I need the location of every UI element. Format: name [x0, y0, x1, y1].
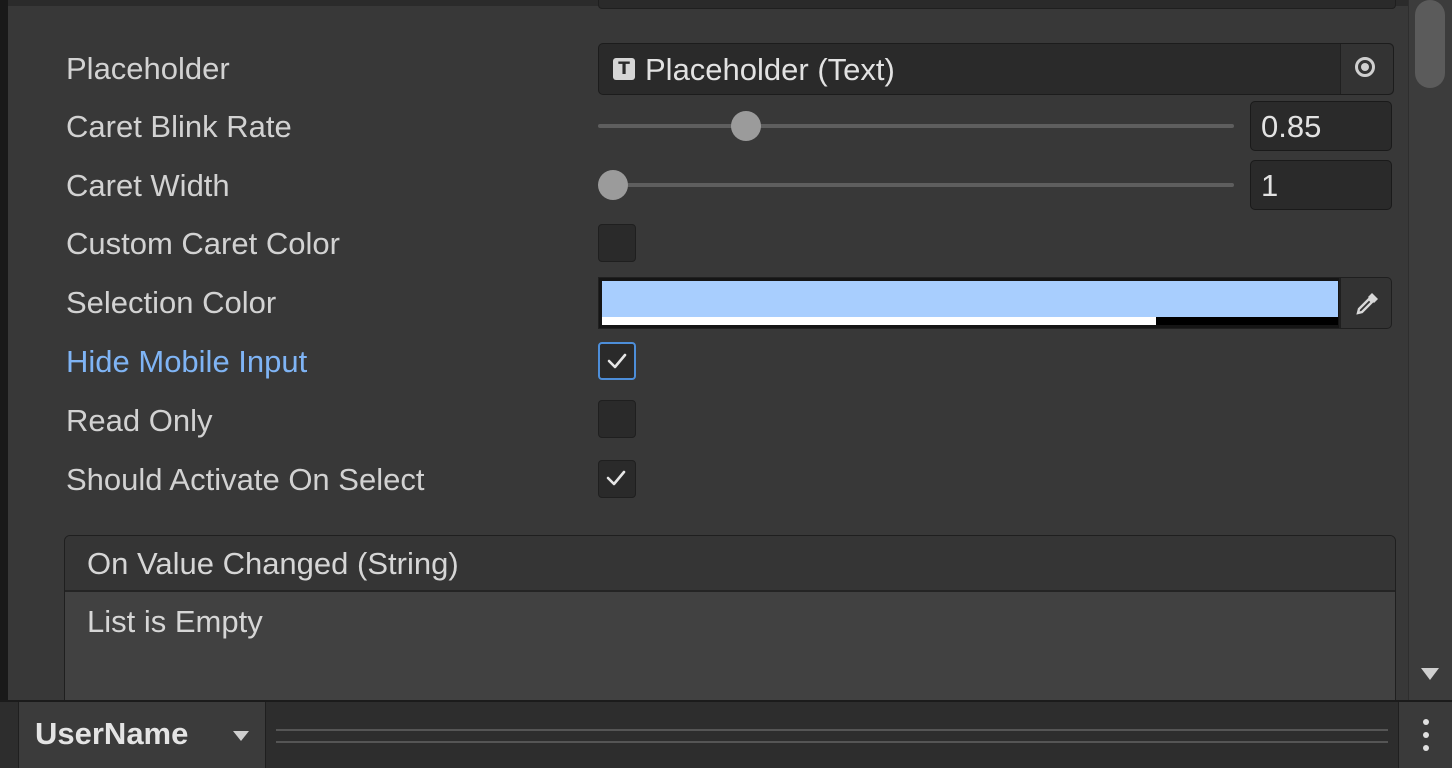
should-activate-on-select-label: Should Activate On Select	[66, 462, 425, 497]
more-options-button[interactable]	[1398, 702, 1452, 768]
caret-blink-rate-slider[interactable]	[598, 124, 1234, 128]
object-picker-button[interactable]	[1340, 44, 1393, 94]
scrollbar-thumb[interactable]	[1415, 0, 1445, 88]
scroll-down-arrow-icon[interactable]	[1421, 668, 1439, 680]
checkmark-icon	[607, 353, 627, 369]
selection-color-alpha-bar	[602, 317, 1156, 325]
placeholder-object-field[interactable]: T Placeholder (Text)	[598, 43, 1394, 95]
object-picker-dot	[1361, 63, 1369, 71]
selection-color-label: Selection Color	[66, 285, 277, 320]
bottom-bar: UserName	[0, 700, 1452, 768]
event-title: On Value Changed (String)	[87, 546, 459, 581]
caret-blink-rate-slider-knob[interactable]	[731, 111, 762, 141]
hide-mobile-input-checkbox[interactable]	[598, 342, 636, 380]
event-list-body	[65, 592, 1395, 706]
on-value-changed-event: On Value Changed (String) List is Empty	[64, 535, 1396, 707]
kebab-menu-icon	[1423, 719, 1429, 725]
should-activate-on-select-checkbox[interactable]	[598, 460, 636, 498]
event-empty-text: List is Empty	[87, 604, 263, 639]
panel-edge	[0, 0, 8, 768]
caret-width-slider[interactable]	[598, 183, 1234, 187]
event-header: On Value Changed (String)	[65, 536, 1395, 592]
placeholder-object-value: Placeholder (Text)	[645, 52, 895, 87]
eyedropper-icon	[1356, 293, 1378, 315]
placeholder-label: Placeholder	[66, 51, 230, 86]
eyedropper-button[interactable]	[1340, 277, 1392, 329]
inspector-panel: Placeholder T Placeholder (Text) Caret B…	[0, 0, 1452, 768]
checkmark-icon	[606, 470, 626, 486]
caret-width-label: Caret Width	[66, 168, 230, 203]
read-only-label: Read Only	[66, 403, 213, 438]
vertical-scrollbar[interactable]	[1408, 0, 1452, 700]
read-only-checkbox[interactable]	[598, 400, 636, 438]
previous-field	[598, 0, 1396, 9]
caret-width-slider-knob[interactable]	[598, 170, 628, 200]
object-name: UserName	[35, 716, 189, 751]
selection-color-field[interactable]	[598, 277, 1394, 329]
text-component-icon: T	[613, 58, 635, 80]
custom-caret-color-checkbox[interactable]	[598, 224, 636, 262]
kebab-menu-icon	[1423, 732, 1429, 738]
caret-width-field[interactable]: 1	[1250, 160, 1392, 210]
selection-color-swatch[interactable]	[598, 277, 1340, 329]
kebab-menu-icon	[1423, 745, 1429, 751]
dropdown-arrow-icon	[233, 731, 249, 741]
caret-blink-rate-label: Caret Blink Rate	[66, 109, 292, 144]
drag-handle[interactable]	[276, 729, 1388, 743]
selection-color-alpha-remainder	[1156, 317, 1338, 325]
selection-color-rgb	[602, 281, 1338, 317]
custom-caret-color-label: Custom Caret Color	[66, 226, 340, 261]
hide-mobile-input-label: Hide Mobile Input	[66, 344, 308, 379]
caret-blink-rate-field[interactable]: 0.85	[1250, 101, 1392, 151]
object-name-dropdown[interactable]: UserName	[18, 702, 266, 768]
